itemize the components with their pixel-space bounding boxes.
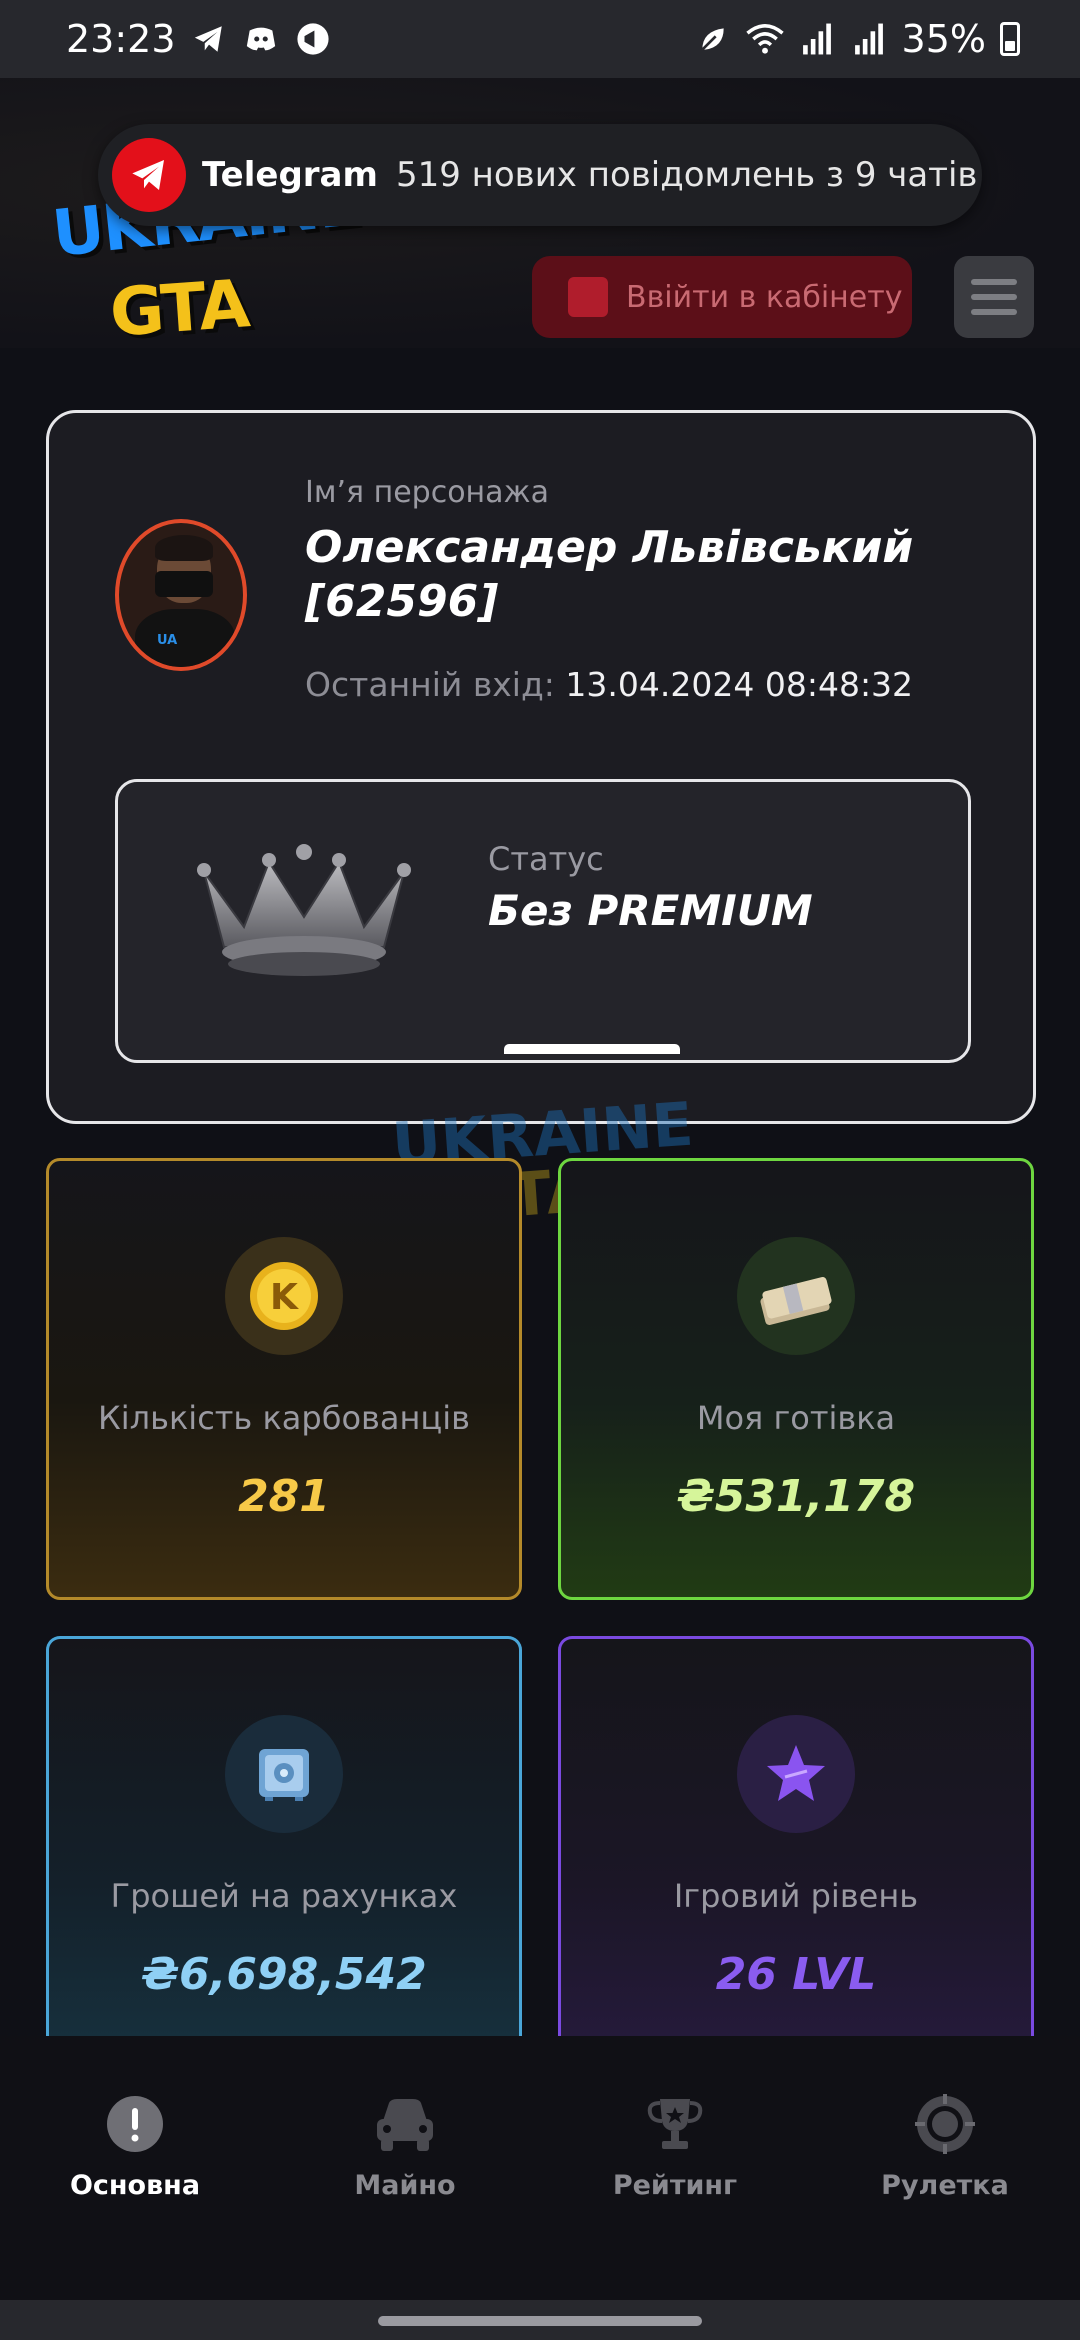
level-card[interactable]: Ігровий рівень 26 LVL [558,1636,1034,2046]
telegram-notification[interactable]: Telegram 519 нових повідомлень з 9 чатів [98,124,982,226]
cash-label: Моя готівка [696,1399,896,1437]
nav-label-roulette: Рулетка [881,2170,1009,2201]
hamburger-icon-line [971,294,1017,300]
home-gesture-bar[interactable] [378,2316,702,2326]
karbovantsi-card[interactable]: K Кількість карбованців 281 [46,1158,522,1600]
accounts-label: Грошей на рахунках [110,1877,458,1915]
wifi-icon [745,20,784,58]
crown-icon [197,844,411,976]
signal-icon [798,20,836,58]
nav-label-main: Основна [69,2170,201,2201]
last-login-value: 13.04.2024 08:48:32 [565,665,914,704]
leaf-icon [694,20,732,58]
signal-icon [850,20,888,58]
battery-icon [1000,22,1020,56]
avatar: UA [115,519,247,671]
hamburger-icon-line [971,309,1017,315]
star-icon [737,1715,855,1833]
nav-item-property[interactable]: Майно [270,2036,540,2300]
nav-label-rating: Рейтинг [612,2170,738,2201]
coin-k-icon: K [225,1237,343,1355]
last-login: Останній вхід: 13.04.2024 08:48:32 [305,665,913,704]
accounts-card[interactable]: Грошей на рахунках ₴6,698,542 [46,1636,522,2046]
system-navigation-bar [0,2300,1080,2340]
hamburger-icon-line [971,279,1017,285]
karbovantsi-value: 281 [238,1471,330,1522]
cash-card[interactable]: Моя готівка ₴531,178 [558,1158,1034,1600]
status-label: Статус [488,840,604,878]
status-bar-right: 35% [694,17,1020,61]
cash-value: ₴531,178 [676,1471,916,1522]
menu-button[interactable] [954,256,1034,338]
avatar-tag: UA [157,633,178,648]
megaphone-icon [294,20,332,58]
bottom-navigation: Основна Майно Рейтинг Рулетка [0,2036,1080,2300]
character-name: Олександер Львівський [62596] [305,522,914,627]
login-button-label: Ввійти в кабінету [626,279,903,315]
telegram-icon [112,138,186,212]
status-indicator [504,1044,680,1054]
profile-card: UA Ім’я персонажа Олександер Львівський … [46,410,1036,1124]
status-value: Без PREMIUM [488,886,813,935]
last-login-label: Останній вхід: [305,665,555,704]
trophy-icon [643,2092,707,2156]
login-button[interactable]: Ввійти в кабінету [532,256,912,338]
door-icon [568,277,608,317]
status-box[interactable]: Статус Без PREMIUM [115,779,971,1063]
telegram-icon [190,20,228,58]
character-name-label: Ім’я персонажа [305,475,549,510]
discord-icon [242,20,280,58]
nav-item-rating[interactable]: Рейтинг [540,2036,810,2300]
karbovantsi-label: Кількість карбованців [98,1399,470,1437]
status-bar: 23:23 35% [0,0,1080,78]
svg-text:K: K [270,1277,299,1318]
battery-percent: 35% [901,17,986,61]
safe-icon [225,1715,343,1833]
nav-label-property: Майно [354,2170,456,2201]
level-value: 26 LVL [715,1949,877,2000]
money-stack-icon [737,1237,855,1355]
nav-item-main[interactable]: Основна [0,2036,270,2300]
accounts-value: ₴6,698,542 [141,1949,427,2000]
car-icon [373,2092,437,2156]
notification-app-name: Telegram [202,155,378,195]
status-bar-left: 23:23 [66,17,332,61]
clock: 23:23 [66,17,176,61]
logo-line-2: GTA [107,265,251,352]
roulette-icon [913,2092,977,2156]
info-icon [103,2092,167,2156]
notification-text: 519 нових повідомлень з 9 чатів [395,155,978,195]
nav-item-roulette[interactable]: Рулетка [810,2036,1080,2300]
level-label: Ігровий рівень [673,1877,919,1915]
